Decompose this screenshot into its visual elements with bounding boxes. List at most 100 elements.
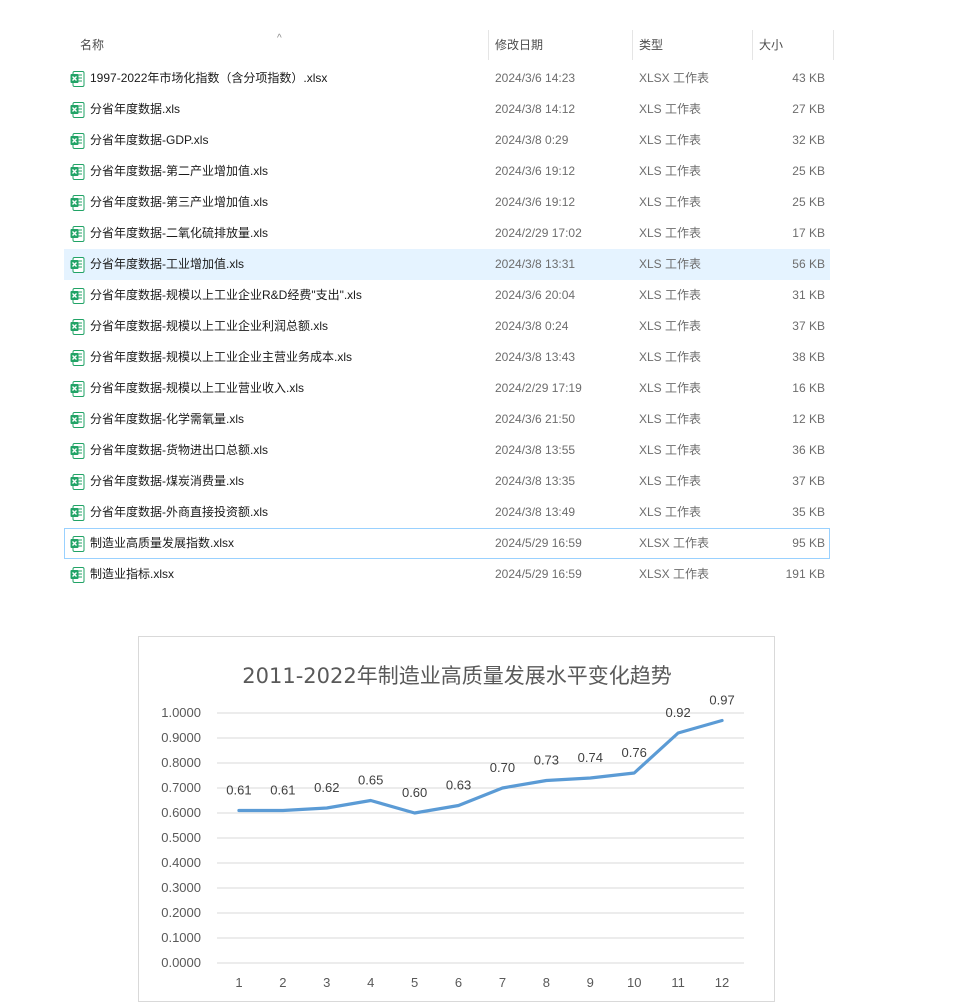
file-size: 191 KB <box>785 567 825 581</box>
file-modified-date: 2024/3/6 19:12 <box>495 195 576 209</box>
x-tick-label: 8 <box>543 975 550 990</box>
column-header-modified-label: 修改日期 <box>495 38 544 52</box>
file-modified-date: 2024/3/8 13:43 <box>495 350 576 364</box>
file-type: XLSX 工作表 <box>639 536 710 550</box>
file-row[interactable]: 分省年度数据-煤炭消费量.xls 2024/3/8 13:35 XLS 工作表 37 … <box>64 466 830 497</box>
y-tick-label: 0.4000 <box>161 855 201 870</box>
file-row[interactable]: 分省年度数据-货物进出口总额.xls 2024/3/8 13:55 XLS 工作表 3… <box>64 435 830 466</box>
file-name: 1997-2022年市场化指数（含分项指数）.xlsx <box>90 71 328 85</box>
file-size: 16 KB <box>792 381 825 395</box>
y-tick-label: 0.1000 <box>161 930 201 945</box>
data-label: 0.74 <box>578 750 603 765</box>
file-name: 分省年度数据-第二产业增加值.xls <box>90 164 268 178</box>
file-size: 95 KB <box>792 536 825 550</box>
file-modified-date: 2024/3/8 13:35 <box>495 474 576 488</box>
file-row[interactable]: 分省年度数据-规模以上工业企业R&D经费"支出".xls 2024/3/6 20:… <box>64 280 830 311</box>
data-label: 0.61 <box>226 783 251 798</box>
excel-file-icon <box>70 381 85 397</box>
file-type: XLS 工作表 <box>639 288 702 302</box>
file-row[interactable]: 制造业指标.xlsx 2024/5/29 16:59 XLSX 工作表 191 KB <box>64 559 830 590</box>
file-row[interactable]: 分省年度数据-外商直接投资额.xls 2024/3/8 13:49 XLS 工作表 3… <box>64 497 830 528</box>
file-modified-date: 2024/3/8 13:31 <box>495 257 576 271</box>
file-type: XLS 工作表 <box>639 133 702 147</box>
file-size: 56 KB <box>792 257 825 271</box>
file-row[interactable]: 分省年度数据.xls 2024/3/8 14:12 XLS 工作表 27 KB <box>64 94 830 125</box>
excel-file-icon <box>70 319 85 335</box>
file-row[interactable]: 分省年度数据-化学需氧量.xls 2024/3/6 21:50 XLS 工作表 12 … <box>64 404 830 435</box>
file-size: 25 KB <box>792 195 825 209</box>
file-modified-date: 2024/3/8 13:55 <box>495 443 576 457</box>
file-type: XLS 工作表 <box>639 257 702 271</box>
y-tick-label: 0.3000 <box>161 880 201 895</box>
excel-file-icon <box>70 226 85 242</box>
file-row[interactable]: 分省年度数据-规模以上工业企业主营业务成本.xls 2024/3/8 13:43 X… <box>64 342 830 373</box>
file-size: 36 KB <box>792 443 825 457</box>
data-label: 0.63 <box>446 778 471 793</box>
file-size: 25 KB <box>792 164 825 178</box>
file-name: 分省年度数据-化学需氧量.xls <box>90 412 244 426</box>
file-modified-date: 2024/2/29 17:02 <box>495 226 582 240</box>
file-row[interactable]: 1997-2022年市场化指数（含分项指数）.xlsx 2024/3/6 14:2… <box>64 63 830 94</box>
file-size: 43 KB <box>792 71 825 85</box>
series-line <box>237 718 724 815</box>
sort-ascending-icon: ^ <box>277 33 282 44</box>
file-name: 分省年度数据-规模以上工业营业收入.xls <box>90 381 304 395</box>
file-name: 制造业高质量发展指数.xlsx <box>90 536 235 550</box>
y-tick-label: 1.0000 <box>161 705 201 720</box>
excel-file-icon <box>70 288 85 304</box>
file-type: XLSX 工作表 <box>639 567 710 581</box>
column-header-modified[interactable]: 修改日期 <box>488 30 632 60</box>
file-name: 分省年度数据-GDP.xls <box>90 133 209 147</box>
file-row[interactable]: 分省年度数据-规模以上工业营业收入.xls 2024/2/29 17:19 XLS … <box>64 373 830 404</box>
data-label: 0.70 <box>490 760 515 775</box>
column-header-type-label: 类型 <box>639 38 664 52</box>
y-tick-label: 0.6000 <box>161 805 201 820</box>
file-name: 制造业指标.xlsx <box>90 567 175 581</box>
excel-file-icon <box>70 474 85 490</box>
file-type: XLS 工作表 <box>639 505 702 519</box>
excel-file-icon <box>70 133 85 149</box>
file-row[interactable]: 分省年度数据-GDP.xls 2024/3/8 0:29 XLS 工作表 32 KB <box>64 125 830 156</box>
file-name: 分省年度数据-二氧化硫排放量.xls <box>90 226 268 240</box>
data-label: 0.73 <box>534 753 559 768</box>
file-explorer: 名称 ^ 修改日期 类型 大小 1997-2022年市场化指数（含分项指数）.x… <box>0 0 962 600</box>
chart-svg: 2011-2022年制造业高质量发展水平变化趋势 0.0000 0.1000 0.20… <box>161 664 744 990</box>
file-row[interactable]: 分省年度数据-工业增加值.xls 2024/3/8 13:31 XLS 工作表 56 … <box>64 249 830 280</box>
file-row[interactable]: 制造业高质量发展指数.xlsx 2024/5/29 16:59 XLSX 工作表 95… <box>64 528 830 559</box>
file-modified-date: 2024/3/6 14:23 <box>495 71 576 85</box>
file-type: XLSX 工作表 <box>639 71 710 85</box>
column-header-row: 名称 ^ 修改日期 类型 大小 <box>64 30 834 60</box>
file-row[interactable]: 分省年度数据-二氧化硫排放量.xls 2024/2/29 17:02 XLS 工作表… <box>64 218 830 249</box>
x-tick-label: 2 <box>279 975 286 990</box>
file-modified-date: 2024/3/6 20:04 <box>495 288 576 302</box>
file-size: 35 KB <box>792 505 825 519</box>
y-tick-label: 0.0000 <box>161 955 201 970</box>
data-label: 0.92 <box>665 705 690 720</box>
data-label: 0.62 <box>314 780 339 795</box>
excel-file-icon <box>70 71 85 87</box>
data-label: 0.97 <box>709 693 734 708</box>
file-name: 分省年度数据-第三产业增加值.xls <box>90 195 268 209</box>
excel-file-icon <box>70 350 85 366</box>
file-type: XLS 工作表 <box>639 319 702 333</box>
file-type: XLS 工作表 <box>639 164 702 178</box>
file-type: XLS 工作表 <box>639 226 702 240</box>
excel-file-icon <box>70 257 85 273</box>
chart-title: 2011-2022年制造业高质量发展水平变化趋势 <box>242 664 671 688</box>
file-type: XLS 工作表 <box>639 381 702 395</box>
x-tick-label: 3 <box>323 975 330 990</box>
column-header-name[interactable]: 名称 ^ <box>64 30 474 60</box>
file-row[interactable]: 分省年度数据-规模以上工业企业利润总额.xls 2024/3/8 0:24 XLS … <box>64 311 830 342</box>
file-row[interactable]: 分省年度数据-第二产业增加值.xls 2024/3/6 19:12 XLS 工作表 2… <box>64 156 830 187</box>
file-row[interactable]: 分省年度数据-第三产业增加值.xls 2024/3/6 19:12 XLS 工作表 2… <box>64 187 830 218</box>
x-tick-label: 10 <box>627 975 641 990</box>
file-type: XLS 工作表 <box>639 350 702 364</box>
column-header-name-label: 名称 <box>80 38 105 52</box>
column-header-type[interactable]: 类型 <box>632 30 752 60</box>
excel-file-icon <box>70 164 85 180</box>
x-tick-label: 12 <box>715 975 729 990</box>
line-chart: 2011-2022年制造业高质量发展水平变化趋势 0.0000 0.1000 0.20… <box>138 636 775 1002</box>
file-size: 27 KB <box>792 102 825 116</box>
x-tick-label: 9 <box>587 975 594 990</box>
column-header-size[interactable]: 大小 <box>752 30 834 60</box>
